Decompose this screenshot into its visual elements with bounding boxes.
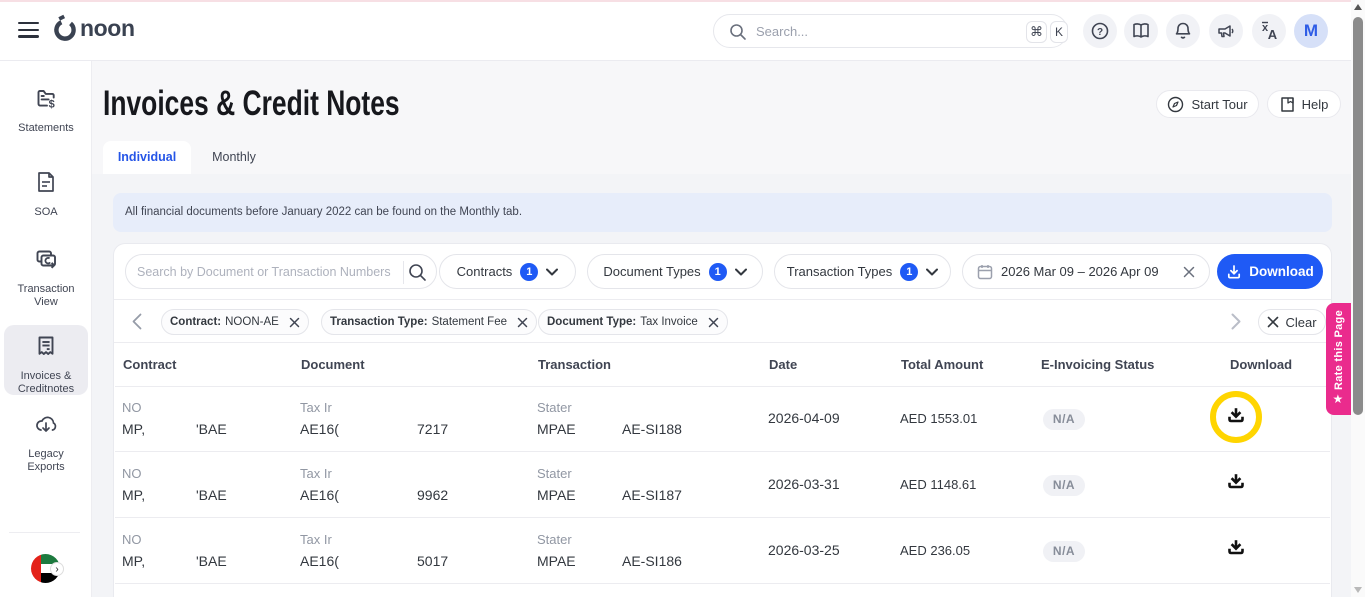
svg-text:A: A xyxy=(1268,27,1278,42)
svg-text:?: ? xyxy=(1097,27,1103,38)
svg-text:$: $ xyxy=(49,98,55,110)
